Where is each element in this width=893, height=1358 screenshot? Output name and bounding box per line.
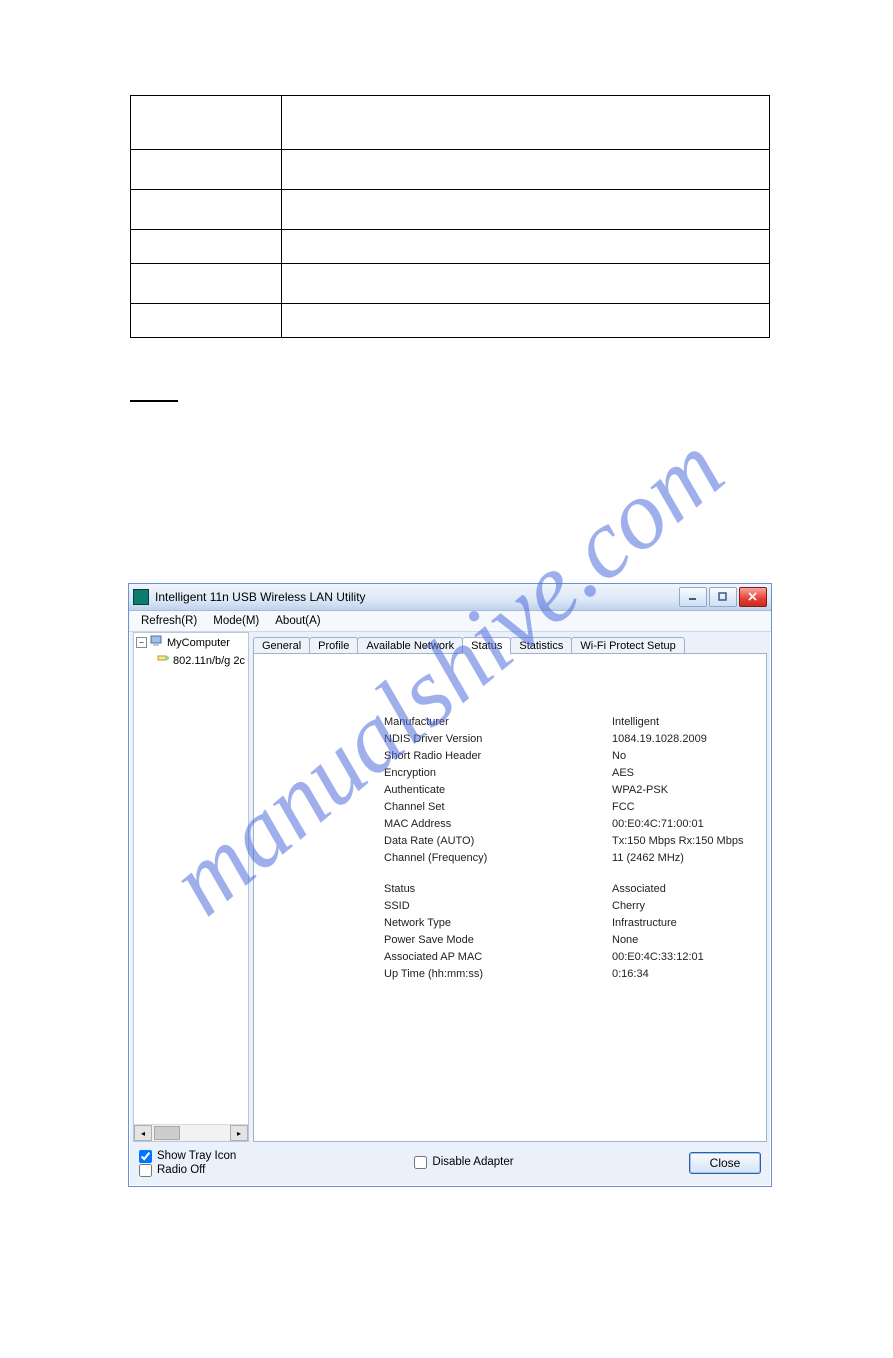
tab-profile[interactable]: Profile bbox=[309, 637, 358, 654]
status-value: None bbox=[612, 932, 638, 949]
status-value: 0:16:34 bbox=[612, 966, 649, 983]
scroll-left-icon[interactable]: ◂ bbox=[134, 1125, 152, 1141]
status-row: Channel SetFCC bbox=[384, 799, 743, 816]
status-label: Authenticate bbox=[384, 782, 612, 799]
status-label: SSID bbox=[384, 898, 612, 915]
adapter-tree[interactable]: − MyComputer 802.11n/b/g 2c ◂ ▸ bbox=[133, 632, 249, 1142]
menu-mode[interactable]: Mode(M) bbox=[205, 615, 267, 627]
status-row: SSIDCherry bbox=[384, 898, 743, 915]
tabstrip: General Profile Available Network Status… bbox=[253, 632, 767, 654]
window-footer: Show Tray Icon Radio Off Disable Adapter… bbox=[139, 1146, 761, 1180]
status-value: 11 (2462 MHz) bbox=[612, 850, 684, 867]
status-row: Short Radio HeaderNo bbox=[384, 748, 743, 765]
status-label: Data Rate (AUTO) bbox=[384, 833, 612, 850]
status-value: Infrastructure bbox=[612, 915, 677, 932]
status-row: AuthenticateWPA2-PSK bbox=[384, 782, 743, 799]
tree-child-label: 802.11n/b/g 2c bbox=[173, 655, 245, 667]
status-label: NDIS Driver Version bbox=[384, 731, 612, 748]
menu-refresh[interactable]: Refresh(R) bbox=[133, 615, 205, 627]
status-label: Short Radio Header bbox=[384, 748, 612, 765]
titlebar[interactable]: Intelligent 11n USB Wireless LAN Utility bbox=[129, 584, 771, 611]
minimize-button[interactable] bbox=[679, 587, 707, 607]
app-icon bbox=[133, 589, 149, 605]
tab-available-network[interactable]: Available Network bbox=[357, 637, 463, 654]
scroll-thumb[interactable] bbox=[154, 1126, 180, 1140]
show-tray-icon-checkbox[interactable]: Show Tray Icon bbox=[139, 1150, 319, 1163]
disable-adapter-label: Disable Adapter bbox=[432, 1156, 513, 1168]
status-label: Channel (Frequency) bbox=[384, 850, 612, 867]
status-value: Associated bbox=[612, 881, 666, 898]
disable-adapter-checkbox[interactable]: Disable Adapter bbox=[414, 1156, 513, 1169]
status-row: EncryptionAES bbox=[384, 765, 743, 782]
adapter-icon bbox=[156, 654, 170, 667]
window-controls bbox=[679, 587, 767, 607]
radio-off-label: Radio Off bbox=[157, 1164, 205, 1176]
status-row: ManufacturerIntelligent bbox=[384, 714, 743, 731]
tree-hscrollbar[interactable]: ◂ ▸ bbox=[134, 1124, 248, 1141]
status-value: 00:E0:4C:33:12:01 bbox=[612, 949, 704, 966]
status-label: Associated AP MAC bbox=[384, 949, 612, 966]
outline-table bbox=[130, 95, 770, 338]
status-row: NDIS Driver Version1084.19.1028.2009 bbox=[384, 731, 743, 748]
status-label: Network Type bbox=[384, 915, 612, 932]
utility-window: Intelligent 11n USB Wireless LAN Utility… bbox=[128, 583, 772, 1187]
status-value: Intelligent bbox=[612, 714, 659, 731]
close-button[interactable]: Close bbox=[689, 1152, 761, 1174]
window-title: Intelligent 11n USB Wireless LAN Utility bbox=[155, 590, 679, 604]
status-value: Cherry bbox=[612, 898, 645, 915]
tab-general[interactable]: General bbox=[253, 637, 310, 654]
menubar: Refresh(R) Mode(M) About(A) bbox=[129, 611, 771, 632]
close-window-button[interactable] bbox=[739, 587, 767, 607]
tab-wifi-protect-setup[interactable]: Wi-Fi Protect Setup bbox=[571, 637, 684, 654]
status-label: Manufacturer bbox=[384, 714, 612, 731]
scroll-right-icon[interactable]: ▸ bbox=[230, 1125, 248, 1141]
tab-status[interactable]: Status bbox=[462, 637, 511, 654]
status-panel: ManufacturerIntelligentNDIS Driver Versi… bbox=[253, 653, 767, 1142]
status-row: Data Rate (AUTO)Tx:150 Mbps Rx:150 Mbps bbox=[384, 833, 743, 850]
computer-icon bbox=[150, 635, 164, 650]
status-row: Power Save ModeNone bbox=[384, 932, 743, 949]
radio-off-checkbox[interactable]: Radio Off bbox=[139, 1164, 319, 1177]
show-tray-label: Show Tray Icon bbox=[157, 1150, 236, 1162]
status-row: Up Time (hh:mm:ss)0:16:34 bbox=[384, 966, 743, 983]
tree-root-label: MyComputer bbox=[167, 637, 230, 649]
status-row: Channel (Frequency)11 (2462 MHz) bbox=[384, 850, 743, 867]
status-value: WPA2-PSK bbox=[612, 782, 668, 799]
status-label: Up Time (hh:mm:ss) bbox=[384, 966, 612, 983]
tab-statistics[interactable]: Statistics bbox=[510, 637, 572, 654]
status-label: MAC Address bbox=[384, 816, 612, 833]
status-value: 00:E0:4C:71:00:01 bbox=[612, 816, 704, 833]
status-value: No bbox=[612, 748, 626, 765]
maximize-button[interactable] bbox=[709, 587, 737, 607]
status-row: MAC Address00:E0:4C:71:00:01 bbox=[384, 816, 743, 833]
menu-about[interactable]: About(A) bbox=[267, 615, 328, 627]
tree-collapse-icon[interactable]: − bbox=[136, 637, 147, 648]
section-heading-underline bbox=[130, 386, 178, 402]
status-row: StatusAssociated bbox=[384, 881, 743, 898]
status-label: Channel Set bbox=[384, 799, 612, 816]
status-value: FCC bbox=[612, 799, 635, 816]
status-value: Tx:150 Mbps Rx:150 Mbps bbox=[612, 833, 743, 850]
status-label: Power Save Mode bbox=[384, 932, 612, 949]
status-label: Encryption bbox=[384, 765, 612, 782]
status-label: Status bbox=[384, 881, 612, 898]
status-grid: ManufacturerIntelligentNDIS Driver Versi… bbox=[384, 714, 743, 983]
status-value: 1084.19.1028.2009 bbox=[612, 731, 707, 748]
status-value: AES bbox=[612, 765, 634, 782]
status-row: Associated AP MAC00:E0:4C:33:12:01 bbox=[384, 949, 743, 966]
status-row: Network TypeInfrastructure bbox=[384, 915, 743, 932]
